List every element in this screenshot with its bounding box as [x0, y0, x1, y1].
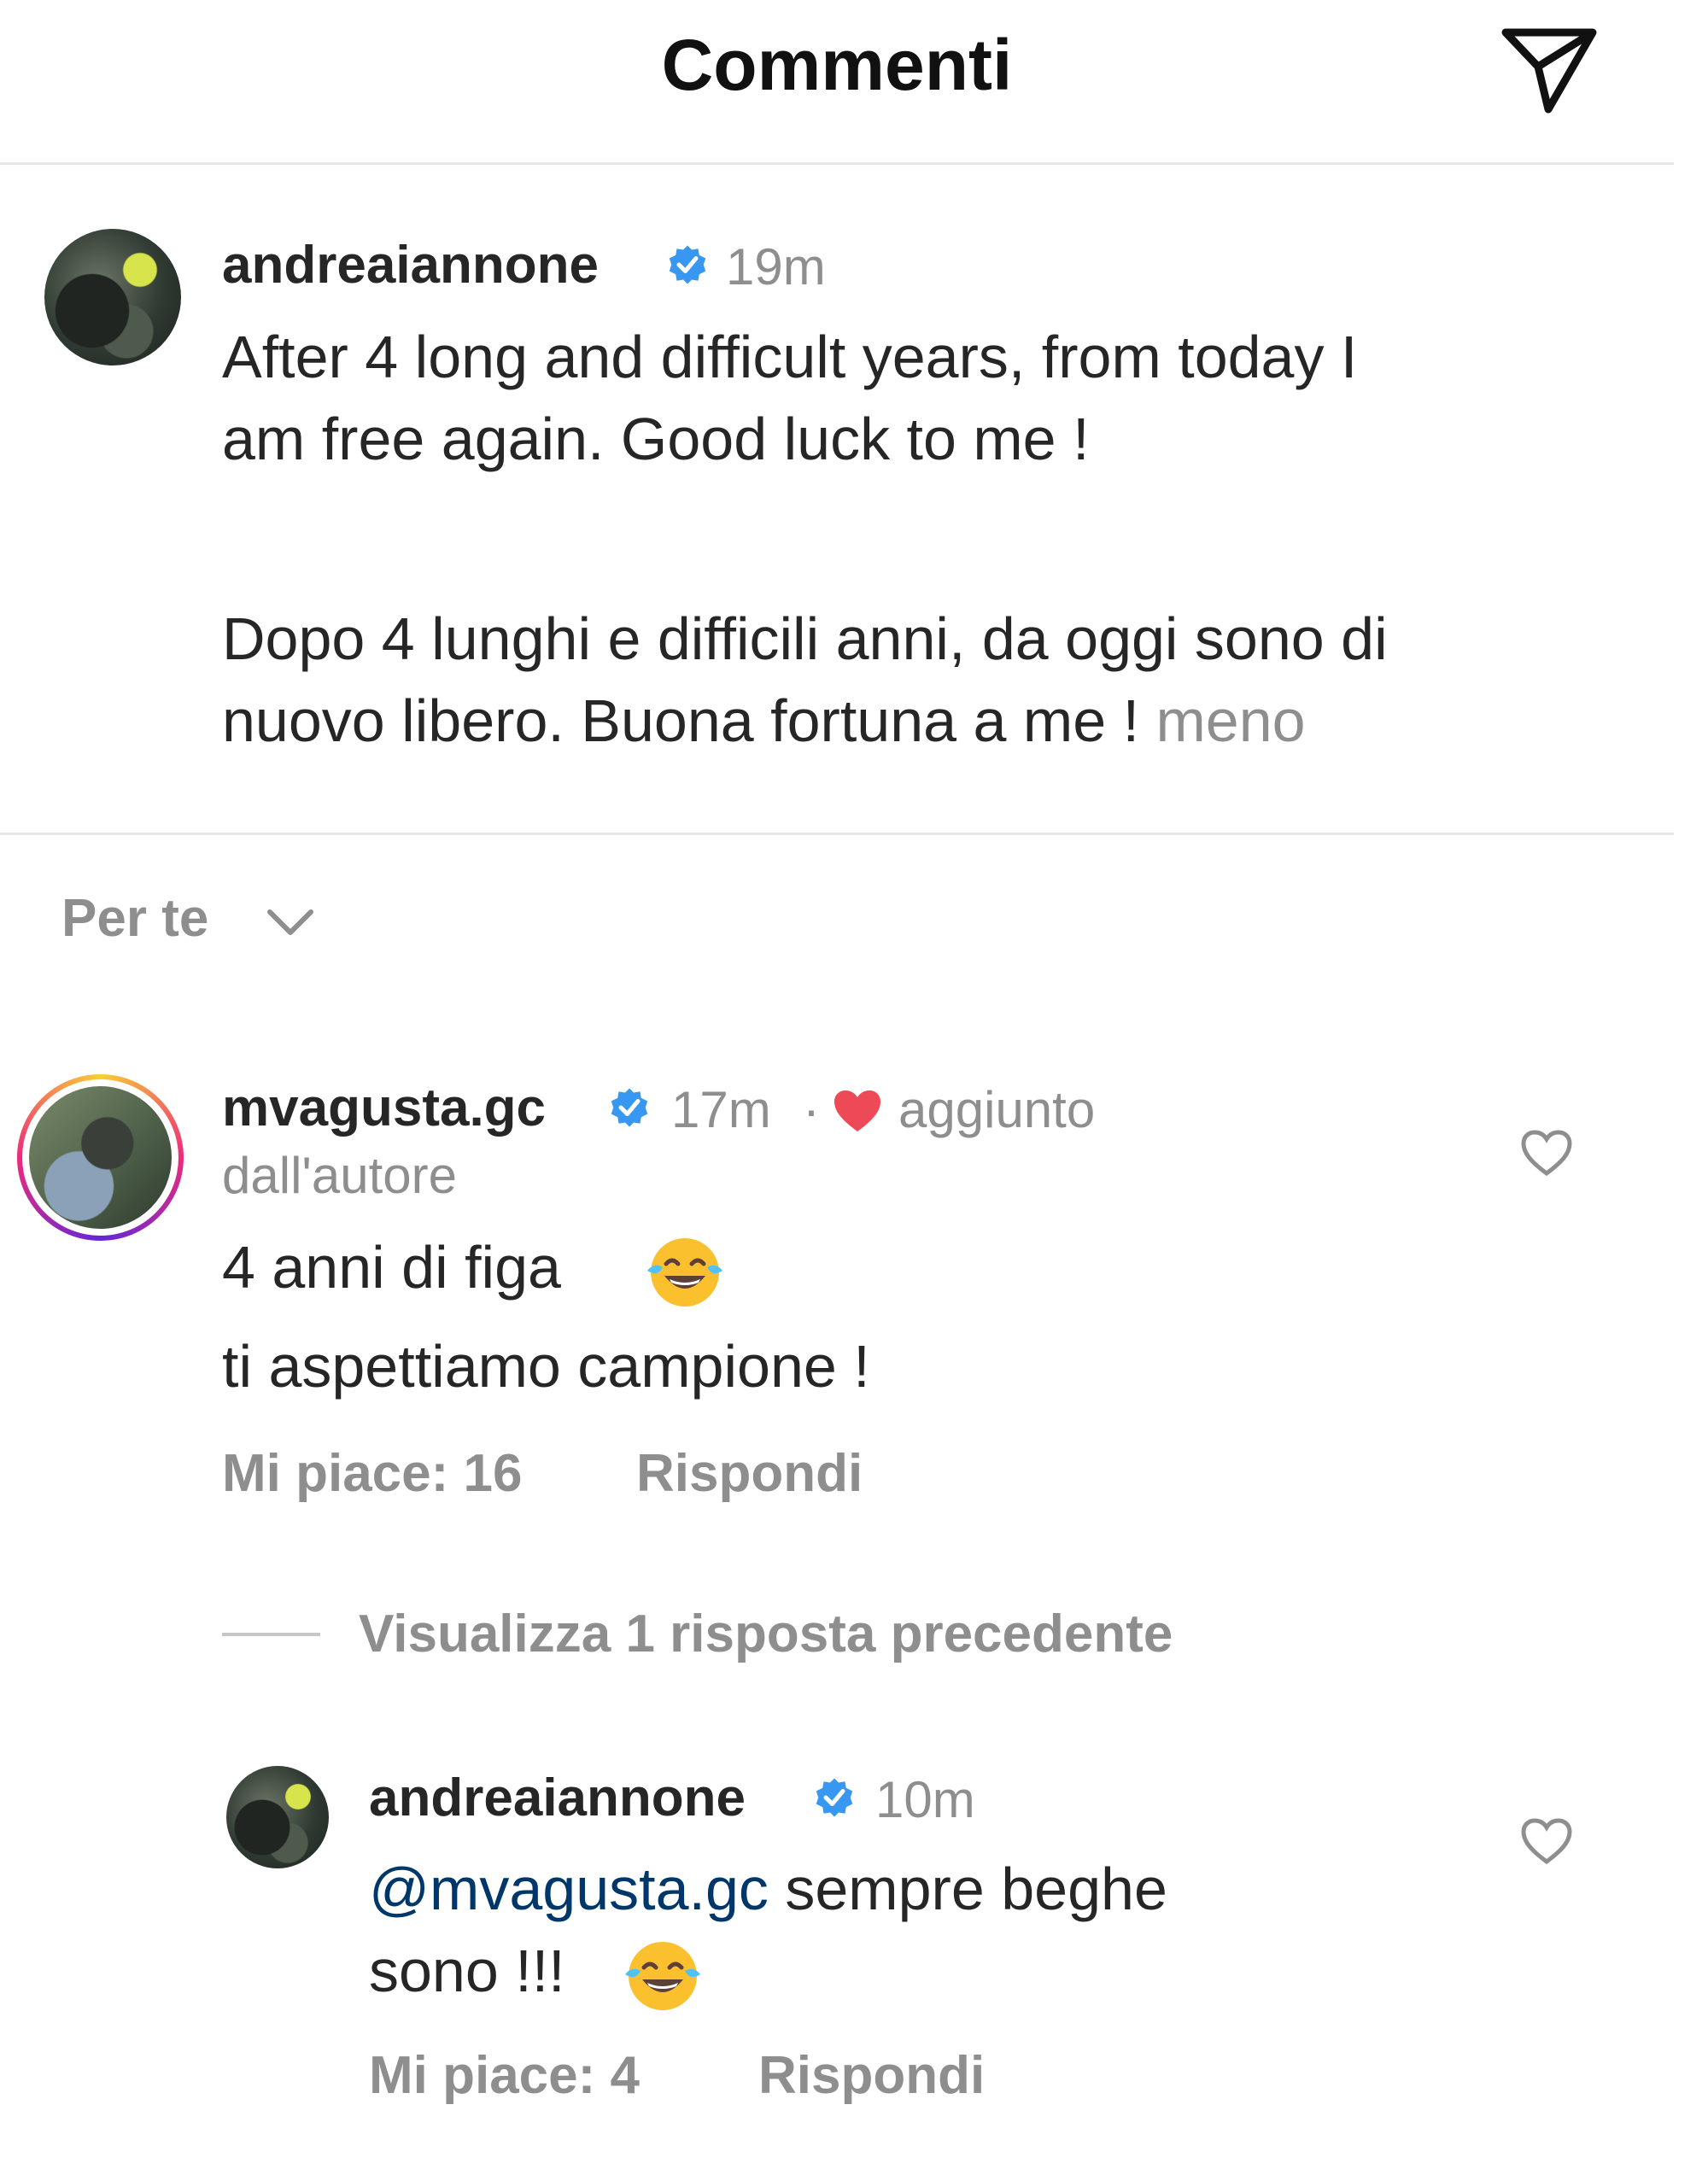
comment-username[interactable]: mvagusta.gc — [222, 1078, 546, 1138]
replies-divider — [222, 1633, 320, 1636]
sort-selector[interactable]: Per te — [61, 888, 208, 949]
send-icon[interactable] — [1499, 26, 1600, 114]
post-timestamp: 19m — [726, 238, 826, 295]
page-title: Commenti — [661, 25, 1013, 105]
verified-badge-icon — [669, 245, 706, 284]
avatar[interactable] — [44, 229, 181, 365]
reply-likes-count[interactable]: Mi piace: 4 — [369, 2045, 640, 2106]
reply-button[interactable]: Rispondi — [758, 2045, 985, 2106]
heart-icon[interactable] — [1520, 1817, 1573, 1865]
verified-badge-icon — [611, 1088, 648, 1127]
view-replies-button[interactable]: Visualizza 1 risposta precedente — [359, 1604, 1173, 1664]
face-with-tears-of-joy-icon — [647, 1238, 722, 1307]
verified-badge-icon — [816, 1778, 853, 1817]
avatar[interactable] — [17, 1074, 184, 1241]
avatar[interactable] — [226, 1766, 329, 1868]
comment-text: ti aspettiamo campione ! — [222, 1333, 870, 1400]
show-less-link[interactable]: meno — [1155, 687, 1305, 754]
comments-header: Commenti — [0, 0, 1674, 165]
liked-by-author-label: aggiunto — [898, 1081, 1096, 1138]
caption-line: After 4 long and difficult years, from t… — [222, 324, 1358, 390]
comment-timestamp: 17m — [671, 1081, 771, 1138]
reply-text: sempre beghe — [768, 1856, 1167, 1922]
caption-line-last: nuovo libero. Buona fortuna a me ! meno — [222, 680, 1306, 762]
meta-separator: · — [803, 1081, 820, 1138]
reply-username[interactable]: andreaiannone — [369, 1768, 746, 1828]
reply-timestamp: 10m — [875, 1771, 975, 1828]
comment-likes-count[interactable]: Mi piace: 16 — [222, 1443, 522, 1504]
post-username[interactable]: andreaiannone — [222, 235, 599, 295]
comment-text: 4 anni di figa — [222, 1234, 561, 1301]
liked-by-author-label: dall'autore — [222, 1147, 457, 1204]
reply-button[interactable]: Rispondi — [636, 1443, 863, 1504]
caption-line: nuovo libero. Buona fortuna a me ! — [222, 687, 1140, 754]
chevron-down-icon[interactable] — [265, 905, 316, 939]
reply-text: sono !!! — [369, 1938, 565, 2004]
face-with-tears-of-joy-icon — [625, 1942, 700, 2010]
caption-line: Dopo 4 lunghi e difficili anni, da oggi … — [222, 605, 1388, 672]
reply-text-line: @mvagusta.gc sempre beghe — [369, 1848, 1167, 1930]
heart-icon[interactable] — [1520, 1129, 1573, 1177]
divider — [0, 833, 1674, 835]
mention-link[interactable]: @mvagusta.gc — [369, 1856, 769, 1922]
caption-line: am free again. Good luck to me ! — [222, 406, 1090, 472]
heart-filled-icon — [834, 1090, 880, 1131]
